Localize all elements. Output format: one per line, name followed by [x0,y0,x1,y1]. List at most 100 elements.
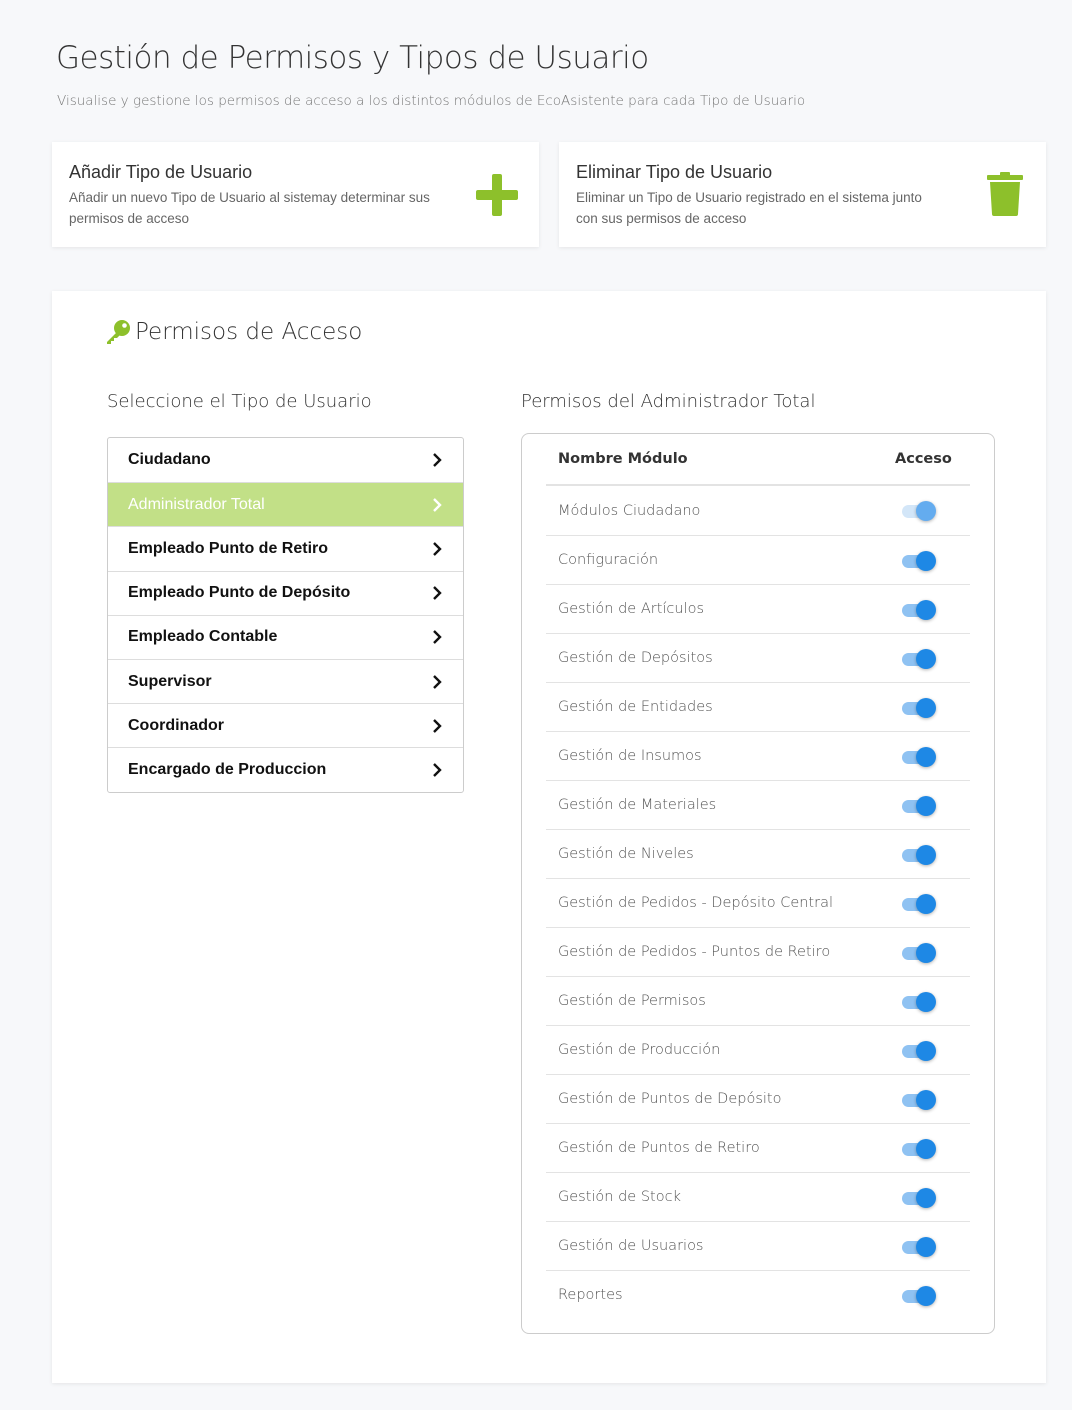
plus-icon[interactable] [476,174,518,216]
chevron-right-icon [433,542,442,556]
access-toggle[interactable] [900,943,936,963]
access-toggle[interactable] [900,649,936,669]
toggle-knob [916,1041,936,1061]
permissions-label: Permisos del Administrador Total [521,391,816,412]
chevron-right-icon [433,718,442,733]
user-type-label: Encargado de Produccion [128,760,327,778]
access-toggle[interactable] [900,1237,936,1257]
table-row: Gestión de Insumos [546,731,970,780]
access-toggle [900,501,936,521]
delete-user-type-description: Eliminar un Tipo de Usuario registrado e… [576,190,922,226]
trash-icon[interactable] [987,172,1023,216]
toggle-knob [916,1139,936,1159]
table-row: Gestión de Puntos de Retiro [546,1123,970,1172]
page-title: Gestión de Permisos y Tipos de Usuario [56,40,649,76]
toggle-knob [916,1237,936,1257]
user-types-label: Seleccione el Tipo de Usuario [107,391,372,412]
access-toggle[interactable] [900,551,936,571]
user-type-item[interactable]: Empleado Punto de Depósito [108,570,463,615]
user-type-label: Ciudadano [128,451,211,469]
access-toggle[interactable] [900,698,936,718]
table-row: Gestión de Pedidos - Depósito Central [546,878,970,927]
user-type-item[interactable]: Empleado Punto de Retiro [108,526,463,570]
table-body: Módulos Ciudadano Configuración Gestión de… [546,486,970,1319]
module-name: Gestión de Puntos de Retiro [558,1140,760,1156]
user-type-item[interactable]: Empleado Contable [108,614,463,659]
add-user-type-card[interactable]: Añadir Tipo de Usuario Añadir un nuevo T… [52,142,539,247]
module-name: Configuración [558,552,659,568]
table-row: Gestión de Permisos [546,976,970,1025]
permissions-panel: Permisos de Acceso Seleccione el Tipo de… [52,291,1046,1383]
user-type-list: Ciudadano Administrador Total Empleado Pun… [107,437,464,793]
table-row: Gestión de Producción [546,1025,970,1074]
table-row: Gestión de Pedidos - Puntos de Retiro [546,927,970,976]
user-type-label: Empleado Punto de Retiro [128,539,329,557]
chevron-right-icon [433,763,442,777]
module-name: Gestión de Pedidos - Puntos de Retiro [558,944,831,960]
toggle-knob [916,796,936,816]
user-type-label: Coordinador [128,716,224,734]
user-type-item[interactable]: Supervisor [108,658,463,703]
user-type-label: Empleado Punto de Depósito [128,584,351,602]
module-name: Gestión de Niveles [558,846,694,862]
table-row: Gestión de Puntos de Depósito [546,1074,970,1123]
access-toggle[interactable] [900,894,936,914]
panel-heading: Permisos de Acceso [105,319,362,345]
table-row: Módulos Ciudadano [546,486,970,535]
module-name: Gestión de Stock [558,1189,681,1205]
module-name: Gestión de Artículos [558,601,705,617]
toggle-knob [916,1188,936,1208]
module-name: Gestión de Usuarios [558,1238,704,1254]
toggle-knob [916,698,936,718]
access-toggle[interactable] [900,1286,936,1306]
table-row: Gestión de Entidades [546,682,970,731]
module-name: Gestión de Pedidos - Depósito Central [558,895,833,911]
access-toggle[interactable] [900,1188,936,1208]
chevron-right-icon [433,630,442,645]
module-name: Gestión de Permisos [558,993,706,1009]
add-user-type-description: Añadir un nuevo Tipo de Usuario al siste… [69,190,430,226]
toggle-knob [916,600,936,620]
table-row: Gestión de Usuarios [546,1221,970,1270]
delete-user-type-card[interactable]: Eliminar Tipo de Usuario Eliminar un Tip… [559,142,1046,247]
toggle-knob [916,943,936,963]
access-toggle[interactable] [900,1041,936,1061]
column-header-module: Nombre Módulo [558,451,688,467]
toggle-knob [916,501,936,521]
module-name: Gestión de Insumos [558,748,702,764]
table-row: Configuración [546,535,970,584]
toggle-knob [916,1090,936,1110]
permissions-table: Nombre Módulo Acceso Módulos Ciudadano Co… [521,433,995,1334]
toggle-knob [916,992,936,1012]
module-name: Módulos Ciudadano [558,502,701,519]
table-row: Gestión de Stock [546,1172,970,1221]
user-type-item[interactable]: Ciudadano [108,438,463,482]
chevron-right-icon [433,453,442,467]
access-toggle[interactable] [900,845,936,865]
table-row: Gestión de Depósitos [546,633,970,682]
user-type-item[interactable]: Coordinador [108,703,463,747]
panel-heading-text: Permisos de Acceso [135,319,363,345]
access-toggle[interactable] [900,1139,936,1159]
access-toggle[interactable] [900,1090,936,1110]
access-toggle[interactable] [900,600,936,620]
column-header-access: Acceso [895,451,952,467]
table-row: Gestión de Materiales [546,780,970,829]
user-type-label: Supervisor [128,672,212,690]
module-name: Gestión de Puntos de Depósito [558,1091,782,1107]
access-toggle[interactable] [900,747,936,767]
access-toggle[interactable] [900,796,936,816]
chevron-right-icon [433,674,442,689]
table-row: Gestión de Niveles [546,829,970,878]
table-header: Nombre Módulo Acceso [546,434,970,486]
toggle-knob [916,894,936,914]
table-row: Reportes [546,1270,970,1319]
delete-user-type-title: Eliminar Tipo de Usuario [576,162,773,182]
table-row: Gestión de Artículos [546,584,970,633]
user-type-item[interactable]: Administrador Total [108,482,463,527]
toggle-knob [916,551,936,571]
user-type-label: Empleado Contable [128,628,278,646]
key-icon [107,320,130,344]
access-toggle[interactable] [900,992,936,1012]
user-type-item[interactable]: Encargado de Produccion [108,747,463,791]
